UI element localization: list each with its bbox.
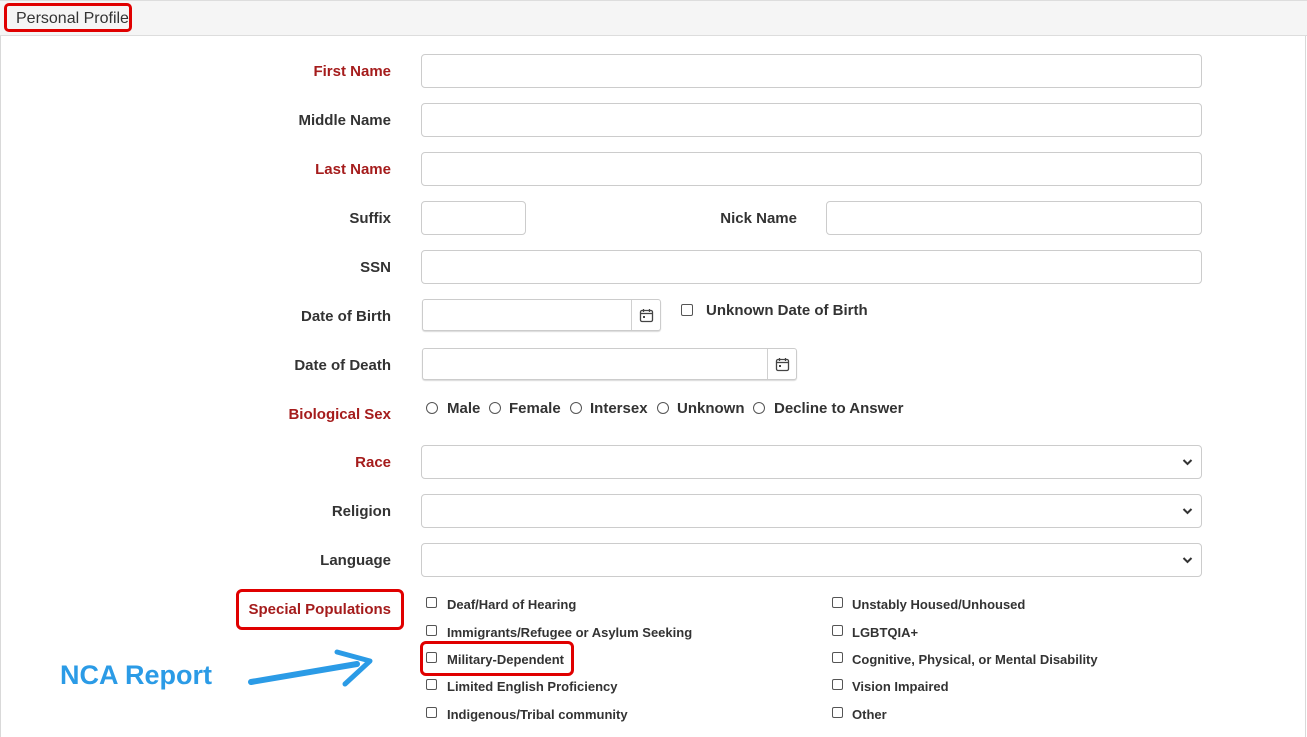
chevron-down-icon: [1182, 508, 1193, 515]
language-select[interactable]: [421, 543, 1202, 577]
sp-checkbox-immigrants[interactable]: [426, 625, 437, 636]
suffix-label: Suffix: [349, 210, 391, 227]
sex-radio-female[interactable]: [489, 402, 501, 414]
dob-label: Date of Birth: [301, 308, 391, 325]
sp-checkbox-other[interactable]: [832, 707, 843, 718]
unknown-dob-checkbox[interactable]: [681, 304, 693, 316]
middle-name-label: Middle Name: [298, 112, 391, 129]
calendar-icon: [775, 357, 789, 371]
race-label: Race: [355, 454, 391, 471]
panel-header: Personal Profile: [0, 0, 1307, 36]
sp-checkbox-unhoused[interactable]: [832, 597, 843, 608]
ssn-input[interactable]: [421, 250, 1202, 284]
sp-label-disability: Cognitive, Physical, or Mental Disabilit…: [852, 652, 1098, 667]
special-populations-highlight-box: [236, 589, 404, 630]
sp-label-deaf: Deaf/Hard of Hearing: [447, 597, 577, 612]
last-name-label: Last Name: [315, 161, 391, 178]
biological-sex-label: Biological Sex: [288, 406, 391, 423]
first-name-input[interactable]: [421, 54, 1202, 88]
title-highlight-box: [4, 3, 132, 32]
sp-label-lgbtqia: LGBTQIA+: [852, 625, 919, 640]
nick-name-input[interactable]: [826, 201, 1202, 235]
nca-report-annotation: NCA Report: [60, 660, 212, 690]
sex-radio-decline[interactable]: [753, 402, 765, 414]
sp-checkbox-vision[interactable]: [832, 679, 843, 690]
sex-radio-male[interactable]: [426, 402, 438, 414]
sp-checkbox-indigenous[interactable]: [426, 707, 437, 718]
military-dependent-highlight-box: [420, 641, 574, 676]
sp-label-other: Other: [852, 707, 887, 722]
sex-option-decline: Decline to Answer: [774, 400, 904, 417]
language-label: Language: [320, 552, 391, 569]
sex-option-male: Male: [447, 400, 481, 417]
chevron-down-icon: [1182, 459, 1193, 466]
sex-option-intersex: Intersex: [590, 400, 648, 417]
last-name-input[interactable]: [421, 152, 1202, 186]
sex-option-female: Female: [509, 400, 561, 417]
annotation-arrow-icon: [248, 649, 373, 687]
nick-name-label: Nick Name: [720, 210, 797, 227]
religion-select[interactable]: [421, 494, 1202, 528]
dod-label: Date of Death: [294, 357, 391, 374]
dob-calendar-button[interactable]: [631, 300, 660, 330]
religion-label: Religion: [331, 503, 391, 520]
unknown-dob-label: Unknown Date of Birth: [706, 302, 868, 319]
sp-label-immigrants: Immigrants/Refugee or Asylum Seeking: [447, 625, 693, 640]
first-name-label: First Name: [313, 63, 391, 80]
sex-radio-intersex[interactable]: [570, 402, 582, 414]
sp-label-indigenous: Indigenous/Tribal community: [447, 707, 628, 722]
chevron-down-icon: [1182, 557, 1193, 564]
sp-checkbox-lep[interactable]: [426, 679, 437, 690]
sp-label-vision: Vision Impaired: [852, 679, 949, 694]
sp-checkbox-lgbtqia[interactable]: [832, 625, 843, 636]
race-select[interactable]: [421, 445, 1202, 479]
ssn-label: SSN: [360, 259, 391, 276]
calendar-icon: [639, 308, 653, 322]
sex-option-unknown: Unknown: [677, 400, 745, 417]
sp-checkbox-disability[interactable]: [832, 652, 843, 663]
sp-checkbox-deaf[interactable]: [426, 597, 437, 608]
sex-radio-unknown[interactable]: [657, 402, 669, 414]
dod-input[interactable]: [422, 348, 797, 380]
dob-input[interactable]: [422, 299, 661, 331]
sp-label-lep: Limited English Proficiency: [447, 679, 618, 694]
suffix-input[interactable]: [421, 201, 526, 235]
dod-calendar-button[interactable]: [767, 349, 796, 379]
middle-name-input[interactable]: [421, 103, 1202, 137]
sp-label-unhoused: Unstably Housed/Unhoused: [852, 597, 1026, 612]
